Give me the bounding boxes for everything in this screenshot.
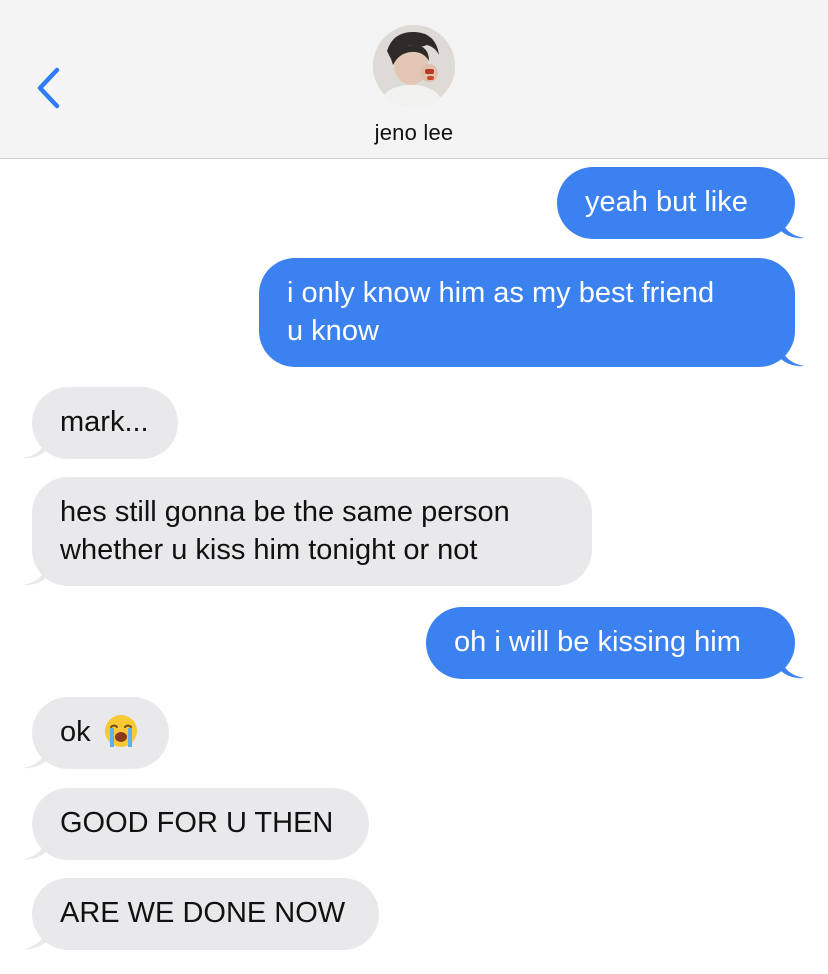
bubble-tail [781, 345, 805, 367]
message-text: ARE WE DONE NOW [60, 897, 346, 929]
message-bubble-incoming[interactable]: ok [22, 697, 169, 769]
bubble-tail [22, 564, 46, 586]
message-text-line: u know [287, 315, 379, 347]
message-text: mark... [60, 406, 149, 438]
loudly-crying-face-emoji [104, 715, 137, 748]
conversation-header: jeno lee [0, 0, 828, 159]
message-bubble-incoming[interactable]: hes still gonna be the same person wheth… [22, 477, 592, 586]
message-text-line: hes still gonna be the same person [60, 496, 510, 528]
message-bubble-outgoing[interactable]: oh i will be kissing him [426, 607, 805, 679]
message-bubble-incoming[interactable]: mark... [22, 387, 178, 459]
message-text: yeah but like [585, 186, 748, 218]
message-text-line: i only know him as my best friend [287, 277, 715, 309]
message-text: ok [60, 716, 91, 748]
bubble-tail [781, 217, 805, 239]
bubble-tail [781, 657, 805, 679]
message-bubble-incoming[interactable]: GOOD FOR U THEN [22, 788, 369, 860]
contact-avatar[interactable] [373, 25, 455, 107]
chevron-left-icon [37, 67, 60, 109]
bubble-tail [22, 437, 46, 459]
contact-photo [373, 25, 455, 107]
message-bubble-incoming[interactable]: ARE WE DONE NOW [22, 878, 379, 950]
message-bubble-outgoing[interactable]: yeah but like [557, 167, 805, 239]
message-text: GOOD FOR U THEN [60, 807, 334, 839]
message-thread: yeah but like i only know him as my best… [0, 159, 828, 974]
contact-name[interactable]: jeno lee [0, 120, 828, 146]
bubble-tail [22, 747, 46, 769]
message-text: oh i will be kissing him [454, 626, 741, 658]
bubble-tail [22, 838, 46, 860]
message-bubble-outgoing[interactable]: i only know him as my best friend u know [259, 258, 805, 367]
message-text-line: whether u kiss him tonight or not [60, 534, 478, 566]
back-button[interactable] [30, 66, 66, 110]
bubble-tail [22, 928, 46, 950]
